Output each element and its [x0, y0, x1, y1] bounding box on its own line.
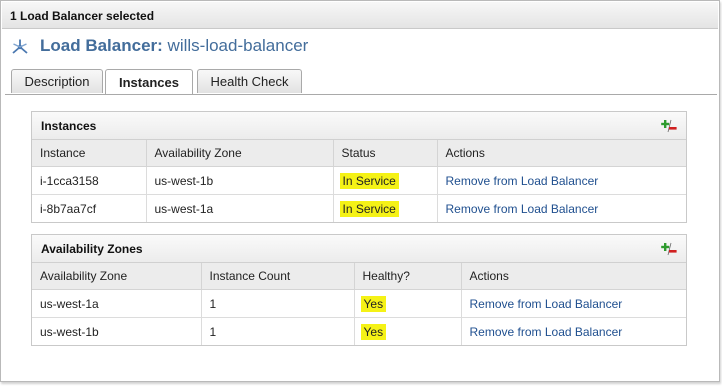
instances-panel-header: Instances — [32, 112, 686, 140]
healthy-badge: Yes — [360, 295, 387, 312]
availability-zone: us-west-1b — [146, 166, 334, 195]
column-header[interactable]: Availability Zone — [32, 263, 202, 290]
column-header[interactable]: Healthy? — [354, 263, 462, 290]
table-header-row: Availability Zone Instance Count Healthy… — [32, 263, 686, 290]
column-header[interactable]: Instance — [32, 140, 147, 167]
instances-panel-title: Instances — [41, 119, 97, 133]
availability-zones-table: Availability Zone Instance Count Healthy… — [32, 263, 686, 345]
table-header-row: Instance Availability Zone Status Action… — [32, 140, 686, 167]
tab-instances[interactable]: Instances — [105, 69, 193, 95]
tab-description[interactable]: Description — [11, 69, 103, 93]
table-row[interactable]: i-8b7aa7cf us-west-1a In Service Remove … — [32, 194, 686, 223]
remove-from-load-balancer-link[interactable]: Remove from Load Balancer — [470, 297, 623, 311]
actions-cell: Remove from Load Balancer — [437, 195, 686, 223]
availability-zone: us-west-1a — [32, 289, 202, 318]
instances-panel: Instances Instance Availability Zone Sta… — [31, 111, 687, 223]
actions-cell: Remove from Load Balancer — [437, 166, 686, 195]
availability-zones-panel: Availability Zones Availability Zone Ins… — [31, 234, 687, 346]
selection-count-text: 1 Load Balancer selected — [10, 9, 155, 23]
healthy-cell: Yes — [354, 317, 462, 345]
instance-count: 1 — [201, 317, 355, 345]
column-header: Actions — [437, 140, 686, 167]
zones-panel-header: Availability Zones — [32, 235, 686, 263]
load-balancer-name: wills-load-balancer — [167, 36, 309, 55]
add-remove-icon[interactable] — [661, 242, 677, 256]
status-badge: In Service — [339, 172, 399, 189]
selection-bar: 1 Load Balancer selected — [2, 2, 718, 29]
actions-cell: Remove from Load Balancer — [461, 318, 686, 346]
remove-from-load-balancer-link[interactable]: Remove from Load Balancer — [470, 325, 623, 339]
status-cell: In Service — [333, 194, 438, 222]
column-header[interactable]: Availability Zone — [146, 140, 334, 167]
title-prefix: Load Balancer: — [40, 36, 163, 55]
healthy-badge: Yes — [360, 323, 387, 340]
tab-health-check[interactable]: Health Check — [197, 69, 302, 93]
column-header: Actions — [461, 263, 686, 290]
add-remove-icon[interactable] — [661, 119, 677, 133]
table-row[interactable]: us-west-1b 1 Yes Remove from Load Balanc… — [32, 317, 686, 346]
page-title: Load Balancer: wills-load-balancer — [40, 36, 308, 56]
status-cell: In Service — [333, 166, 438, 195]
remove-from-load-balancer-link[interactable]: Remove from Load Balancer — [446, 202, 599, 216]
instance-count: 1 — [201, 289, 355, 318]
table-row[interactable]: us-west-1a 1 Yes Remove from Load Balanc… — [32, 289, 686, 318]
column-header[interactable]: Instance Count — [201, 263, 355, 290]
load-balancer-icon — [12, 39, 28, 54]
instance-id: i-1cca3158 — [32, 166, 147, 195]
availability-zone: us-west-1b — [32, 317, 202, 345]
healthy-cell: Yes — [354, 289, 462, 318]
zones-panel-title: Availability Zones — [41, 242, 143, 256]
availability-zone: us-west-1a — [146, 194, 334, 222]
window-frame: 1 Load Balancer selected Load Balancer: … — [0, 0, 720, 382]
actions-cell: Remove from Load Balancer — [461, 289, 686, 318]
tab-divider — [5, 94, 717, 95]
status-badge: In Service — [339, 200, 399, 217]
column-header[interactable]: Status — [333, 140, 438, 167]
instances-table: Instance Availability Zone Status Action… — [32, 140, 686, 222]
table-row[interactable]: i-1cca3158 us-west-1b In Service Remove … — [32, 166, 686, 195]
remove-from-load-balancer-link[interactable]: Remove from Load Balancer — [446, 174, 599, 188]
instance-id: i-8b7aa7cf — [32, 194, 147, 222]
